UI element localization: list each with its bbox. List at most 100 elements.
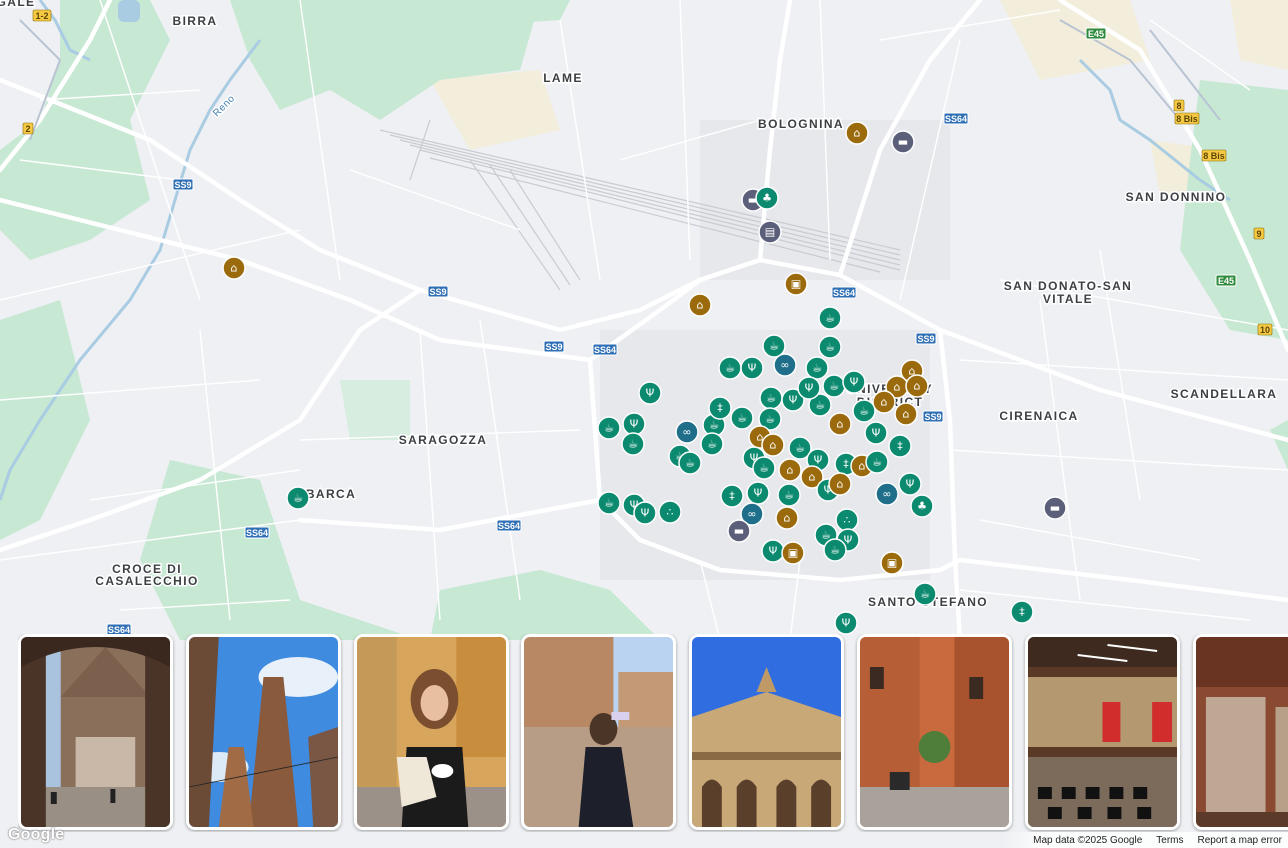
poi-marker-restaurant[interactable]: Ψ bbox=[740, 356, 764, 380]
poi-marker-cafe[interactable]: ☕ bbox=[852, 399, 876, 423]
poi-marker-restaurant[interactable]: Ψ bbox=[633, 501, 657, 525]
poi-marker-restaurant[interactable]: Ψ bbox=[864, 421, 888, 445]
museum-icon: ⌂ bbox=[784, 512, 791, 525]
terms-link[interactable]: Terms bbox=[1156, 835, 1183, 846]
museum-icon: ⌂ bbox=[903, 408, 910, 421]
museum-icon: ⌂ bbox=[770, 439, 777, 452]
poi-marker-cafe[interactable]: ☕ bbox=[818, 306, 842, 330]
poi-marker-cafe[interactable]: ☕ bbox=[759, 386, 783, 410]
poi-marker-museum[interactable]: ⌂ bbox=[894, 402, 918, 426]
photo-card-6[interactable] bbox=[857, 634, 1012, 830]
poi-marker-bar[interactable]: ‡ bbox=[708, 396, 732, 420]
poi-marker-cafe[interactable]: ☕ bbox=[762, 334, 786, 358]
shopping-bag-icon: ▣ bbox=[887, 557, 897, 570]
poi-marker-cafe[interactable]: ☕ bbox=[752, 456, 776, 480]
poi-marker-bar[interactable]: ‡ bbox=[888, 434, 912, 458]
svg-text:10: 10 bbox=[1260, 325, 1270, 335]
poi-marker-cafe[interactable]: ☕ bbox=[718, 356, 742, 380]
report-map-error-link[interactable]: Report a map error bbox=[1198, 835, 1282, 846]
poi-marker-museum[interactable]: ⌂ bbox=[222, 256, 246, 280]
poi-marker-museum[interactable]: ⌂ bbox=[872, 390, 896, 414]
photo-card-7[interactable] bbox=[1025, 634, 1180, 830]
wine-bottle-icon: ‡ bbox=[843, 458, 849, 471]
poi-marker-shopping[interactable]: ▣ bbox=[880, 551, 904, 575]
museum-icon: ⌂ bbox=[231, 262, 238, 275]
label-barca: BARCA bbox=[306, 487, 356, 501]
poi-marker-cafe[interactable]: ☕ bbox=[823, 538, 847, 562]
poi-marker-shopping[interactable]: ▣ bbox=[784, 272, 808, 296]
photo-cafe-street bbox=[860, 637, 1009, 827]
label-casalecchio: CASALECCHIO bbox=[95, 574, 198, 588]
museum-icon: ⌂ bbox=[859, 460, 866, 473]
svg-text:SS9: SS9 bbox=[174, 180, 191, 190]
poi-marker-museum[interactable]: ⌂ bbox=[828, 472, 852, 496]
photo-card-2[interactable] bbox=[186, 634, 341, 830]
photo-baroque-building bbox=[692, 637, 841, 827]
photo-carousel[interactable] bbox=[18, 634, 1288, 832]
photo-card-3[interactable] bbox=[354, 634, 509, 830]
poi-marker-bar[interactable]: ‡ bbox=[1010, 600, 1034, 624]
poi-marker-transit[interactable]: ▤ bbox=[758, 220, 782, 244]
poi-marker-shopping[interactable]: ▣ bbox=[781, 541, 805, 565]
poi-marker-cafe[interactable]: ☕ bbox=[678, 451, 702, 475]
coffee-cup-icon: ☕ bbox=[765, 413, 775, 426]
poi-marker-museum[interactable]: ⌂ bbox=[761, 433, 785, 457]
poi-marker-cafe[interactable]: ☕ bbox=[818, 335, 842, 359]
binoculars-icon: ∞ bbox=[747, 508, 756, 521]
poi-marker-cafe[interactable]: ☕ bbox=[822, 374, 846, 398]
photo-card-8[interactable] bbox=[1193, 634, 1288, 830]
poi-marker-museum[interactable]: ⌂ bbox=[828, 412, 852, 436]
museum-icon: ⌂ bbox=[894, 381, 901, 394]
poi-marker-cafe[interactable]: ☕ bbox=[621, 432, 645, 456]
museum-icon: ⌂ bbox=[787, 464, 794, 477]
photo-card-1[interactable] bbox=[18, 634, 173, 830]
poi-marker-restaurant[interactable]: Ψ bbox=[834, 611, 858, 635]
poi-marker-restaurant[interactable]: Ψ bbox=[842, 370, 866, 394]
poi-marker-museum[interactable]: ⌂ bbox=[688, 293, 712, 317]
poi-marker-restaurant[interactable]: Ψ bbox=[898, 472, 922, 496]
poi-marker-hotel[interactable]: ▬ bbox=[727, 519, 751, 543]
poi-marker-restaurant[interactable]: Ψ bbox=[638, 381, 662, 405]
coffee-cup-icon: ☕ bbox=[821, 529, 831, 542]
poi-marker-cafe[interactable]: ☕ bbox=[700, 432, 724, 456]
poi-marker-sight[interactable]: ∞ bbox=[875, 482, 899, 506]
poi-marker-cafe[interactable]: ☕ bbox=[597, 491, 621, 515]
poi-marker-cafe[interactable]: ☕ bbox=[730, 406, 754, 430]
poi-marker-cafe[interactable]: ☕ bbox=[805, 356, 829, 380]
poi-marker-grapes[interactable]: ∴ bbox=[658, 500, 682, 524]
poi-marker-park[interactable]: ♣ bbox=[910, 494, 934, 518]
poi-marker-grapes[interactable]: ∴ bbox=[835, 508, 859, 532]
google-logo: Google bbox=[8, 826, 65, 843]
coffee-cup-icon: ☕ bbox=[825, 341, 835, 354]
tree-icon: ♣ bbox=[762, 192, 772, 205]
poi-marker-restaurant[interactable]: Ψ bbox=[761, 539, 785, 563]
label-birra: BIRRA bbox=[173, 14, 218, 28]
poi-marker-cafe[interactable]: ☕ bbox=[913, 582, 937, 606]
poi-marker-restaurant[interactable]: Ψ bbox=[746, 481, 770, 505]
photo-card-4[interactable] bbox=[521, 634, 676, 830]
poi-marker-cafe[interactable]: ☕ bbox=[777, 483, 801, 507]
poi-marker-hotel[interactable]: ▬ bbox=[1043, 496, 1067, 520]
label-vitale: VITALE bbox=[1043, 292, 1093, 306]
poi-marker-cafe[interactable]: ☕ bbox=[286, 486, 310, 510]
pond bbox=[118, 0, 140, 22]
wine-bottle-icon: ‡ bbox=[1019, 606, 1025, 619]
poi-marker-park[interactable]: ♣ bbox=[755, 186, 779, 210]
poi-marker-restaurant[interactable]: Ψ bbox=[797, 376, 821, 400]
poi-marker-museum[interactable]: ⌂ bbox=[775, 506, 799, 530]
poi-marker-museum[interactable]: ⌂ bbox=[845, 121, 869, 145]
photo-card-5[interactable] bbox=[689, 634, 844, 830]
poi-marker-sight[interactable]: ∞ bbox=[773, 353, 797, 377]
wine-bottle-icon: ‡ bbox=[717, 402, 723, 415]
fork-knife-icon: Ψ bbox=[641, 507, 650, 520]
poi-marker-restaurant[interactable]: Ψ bbox=[622, 412, 646, 436]
poi-marker-museum[interactable]: ⌂ bbox=[778, 458, 802, 482]
bed-icon: ▬ bbox=[898, 136, 908, 149]
poi-marker-museum[interactable]: ⌂ bbox=[905, 374, 929, 398]
poi-marker-sight[interactable]: ∞ bbox=[675, 420, 699, 444]
poi-marker-bar[interactable]: ‡ bbox=[720, 484, 744, 508]
label-cirenaica: CIRENAICA bbox=[999, 409, 1078, 423]
poi-marker-hotel[interactable]: ▬ bbox=[891, 130, 915, 154]
poi-marker-cafe[interactable]: ☕ bbox=[597, 416, 621, 440]
poi-marker-cafe[interactable]: ☕ bbox=[865, 450, 889, 474]
